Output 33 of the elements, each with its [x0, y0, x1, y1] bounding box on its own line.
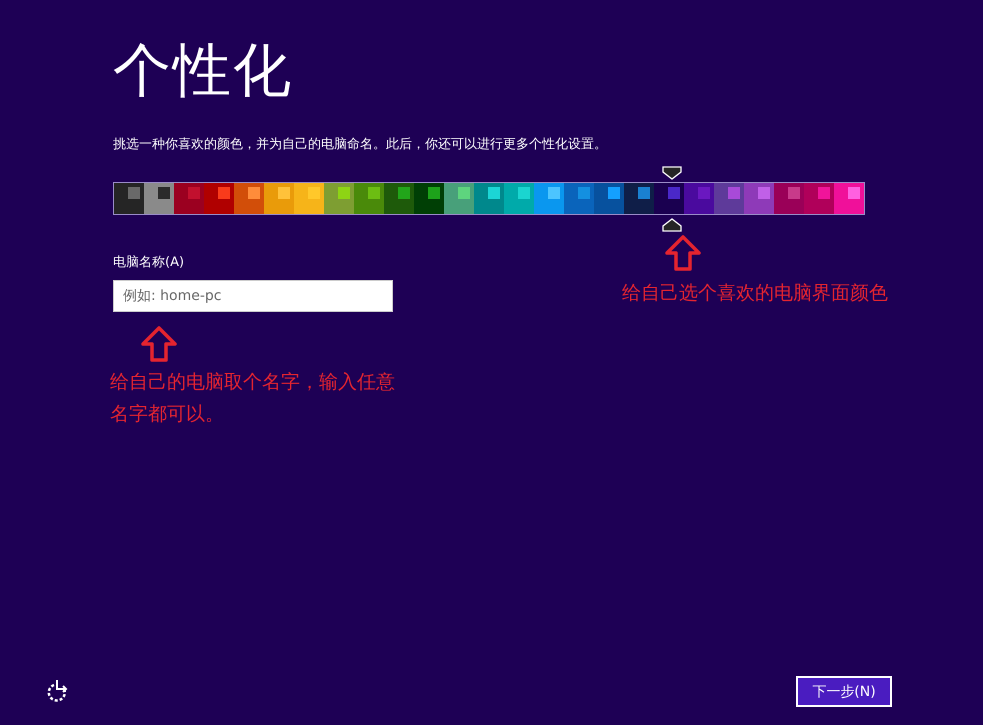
color-swatch[interactable]	[114, 183, 144, 214]
color-swatch[interactable]	[384, 183, 414, 214]
color-swatch[interactable]	[714, 183, 744, 214]
color-swatch[interactable]	[504, 183, 534, 214]
color-swatch[interactable]	[684, 183, 714, 214]
up-arrow-icon	[140, 326, 178, 362]
color-swatch[interactable]	[564, 183, 594, 214]
computer-name-field[interactable]: 例如: home-pc	[113, 280, 393, 312]
color-swatch[interactable]	[204, 183, 234, 214]
color-swatch[interactable]	[774, 183, 804, 214]
color-swatch[interactable]	[264, 183, 294, 214]
color-swatch[interactable]	[144, 183, 174, 214]
color-swatch[interactable]	[444, 183, 474, 214]
color-swatch[interactable]	[174, 183, 204, 214]
up-arrow-icon	[664, 235, 702, 271]
color-swatch[interactable]	[744, 183, 774, 214]
color-swatch[interactable]	[534, 183, 564, 214]
color-swatch[interactable]	[294, 183, 324, 214]
color-swatch[interactable]	[234, 183, 264, 214]
color-swatch[interactable]	[474, 183, 504, 214]
annotation-text: 给自己的电脑取个名字，输入任意名字都可以。	[110, 370, 396, 427]
color-swatch[interactable]	[624, 183, 654, 214]
page-title: 个性化	[113, 35, 294, 106]
annotation-text: 给自己选个喜欢的电脑界面颜色	[622, 281, 888, 306]
next-button[interactable]: 下一步(N)	[796, 676, 892, 707]
color-swatch[interactable]	[834, 183, 864, 214]
color-swatch[interactable]	[324, 183, 354, 214]
color-swatch[interactable]	[594, 183, 624, 214]
color-swatch[interactable]	[354, 183, 384, 214]
description-text: 挑选一种你喜欢的颜色，并为自己的电脑命名。此后，你还可以进行更多个性化设置。	[113, 136, 608, 154]
color-swatch[interactable]	[804, 183, 834, 214]
field-label: 电脑名称(A)	[113, 254, 186, 271]
color-swatch[interactable]	[414, 183, 444, 214]
